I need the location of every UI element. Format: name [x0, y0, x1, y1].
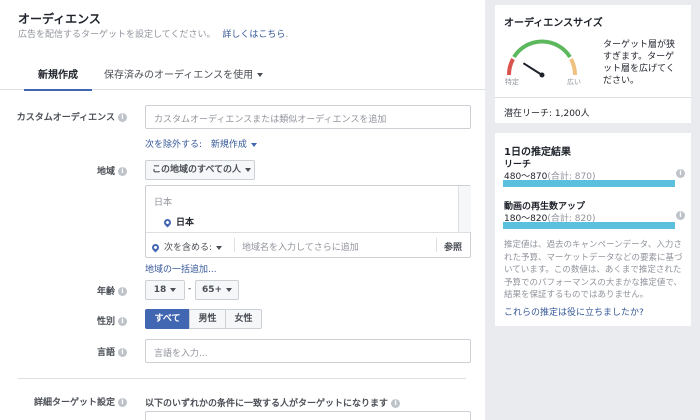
location-type-dropdown[interactable]: この地域のすべての人 — [145, 160, 255, 180]
info-icon[interactable]: i — [118, 398, 127, 407]
info-icon[interactable]: i — [118, 113, 127, 122]
age-min-dropdown[interactable]: 18 — [145, 280, 185, 300]
exclude-link[interactable]: 次を除外する: — [145, 140, 202, 150]
audience-tabs: 新規作成 保存済みのオーディエンスを使用 — [0, 56, 485, 91]
tab-new[interactable]: 新規作成 — [24, 66, 92, 91]
potential-reach: 潜在リーチ: 1,200人 — [504, 109, 590, 119]
page-subtitle: 広告を配信するターゲットを設定してください。 詳しくはこちら. — [18, 30, 289, 40]
gauge-red-segment — [506, 58, 515, 76]
gender-label: 性別 i — [97, 314, 127, 327]
gauge-orange-segment — [569, 58, 578, 76]
gauge-max-label: 広い — [567, 78, 581, 86]
location-pin-icon — [150, 242, 161, 253]
gauge-green-segment — [512, 39, 572, 59]
gauge-needle — [522, 62, 543, 76]
language-label: 言語 i — [97, 345, 127, 358]
chevron-down-icon — [257, 73, 264, 77]
estimate-disclaimer: 推定値は、過去のキャンペーンデータ、入力された予算、マーケットデータなどの要素に… — [504, 240, 683, 300]
info-icon[interactable]: i — [391, 399, 401, 408]
info-icon[interactable]: i — [118, 317, 127, 326]
country-header: 日本 — [154, 198, 173, 208]
location-pin-icon — [162, 217, 173, 228]
location-search-row: 次を含める: 地域名を入力してさらに追加 参照 — [146, 232, 470, 257]
include-dropdown[interactable]: 次を含める: — [150, 240, 223, 253]
daily-results-title: 1日の推定結果 — [504, 147, 571, 158]
reach-bar — [503, 180, 675, 187]
gender-male-button[interactable]: 男性 — [189, 309, 226, 329]
learn-more-link[interactable]: 詳しくはこちら — [222, 30, 285, 40]
custom-audience-input[interactable]: カスタムオーディエンスまたは類似オーディエンスを追加 — [145, 105, 471, 129]
daily-results-panel: 1日の推定結果 リーチ 480〜870(合計: 870) i 動画の再生数アップ… — [495, 133, 691, 326]
info-icon[interactable]: i — [118, 287, 127, 296]
detailed-targeting-label: 詳細ターゲット設定 i — [34, 395, 127, 408]
chevron-down-icon — [216, 245, 223, 250]
age-max-dropdown[interactable]: 65+ — [195, 280, 239, 300]
language-input[interactable]: 言語を入力... — [145, 339, 471, 363]
gauge-pivot — [539, 72, 545, 78]
info-icon[interactable]: i — [676, 211, 685, 220]
chevron-down-icon — [170, 287, 177, 292]
location-box: 日本 日本 次を含める: 地域名を入力してさらに追加 参照 — [145, 185, 471, 258]
chevron-down-icon — [245, 167, 252, 172]
audience-size-title: オーディエンスサイズ — [504, 18, 603, 29]
tab-saved-audience[interactable]: 保存済みのオーディエンスを使用 — [104, 66, 264, 81]
create-new-dropdown[interactable]: 新規作成 — [211, 140, 257, 150]
gauge-min-label: 特定 — [505, 78, 519, 86]
detailed-targeting-input[interactable] — [145, 411, 471, 420]
selected-location[interactable]: 日本 — [162, 215, 194, 228]
browse-button[interactable]: 参照 — [444, 240, 462, 253]
video-views-bar — [503, 222, 675, 229]
info-icon[interactable]: i — [118, 348, 127, 357]
age-separator: - — [188, 284, 192, 294]
audience-size-panel: オーディエンスサイズ 特定 広い ターゲット層が狭すぎます。ターゲット層を広げて… — [495, 5, 691, 123]
gender-all-button[interactable]: すべて — [145, 309, 190, 329]
location-search-input[interactable]: 地域名を入力してさらに追加 — [242, 240, 359, 253]
chevron-down-icon — [250, 142, 257, 147]
info-icon[interactable]: i — [118, 167, 127, 176]
chevron-down-icon — [226, 287, 233, 292]
audience-gauge — [506, 39, 578, 78]
custom-audience-label: カスタムオーディエンス i — [17, 110, 127, 123]
exclude-row: 次を除外する: 新規作成 — [145, 137, 257, 150]
scrollbar[interactable] — [458, 186, 471, 232]
divider — [18, 378, 466, 379]
bulk-add-link[interactable]: 地域の一括追加... — [145, 262, 217, 275]
audience-panel: オーディエンス 広告を配信するターゲットを設定してください。 詳しくはこちら. … — [0, 0, 485, 420]
audience-size-message: ターゲット層が狭すぎます。ターゲット層を広げてください。 — [603, 40, 676, 86]
feedback-link[interactable]: これらの推定は役に立ちましたか? — [504, 305, 644, 318]
page-title: オーディエンス — [18, 12, 101, 26]
gender-female-button[interactable]: 女性 — [225, 309, 262, 329]
detailed-targeting-description: 以下のいずれかの条件に一致する人がターゲットになります i — [145, 396, 401, 409]
info-icon[interactable]: i — [676, 169, 685, 178]
location-label: 地域 i — [97, 164, 127, 177]
age-label: 年齢 i — [97, 284, 127, 297]
